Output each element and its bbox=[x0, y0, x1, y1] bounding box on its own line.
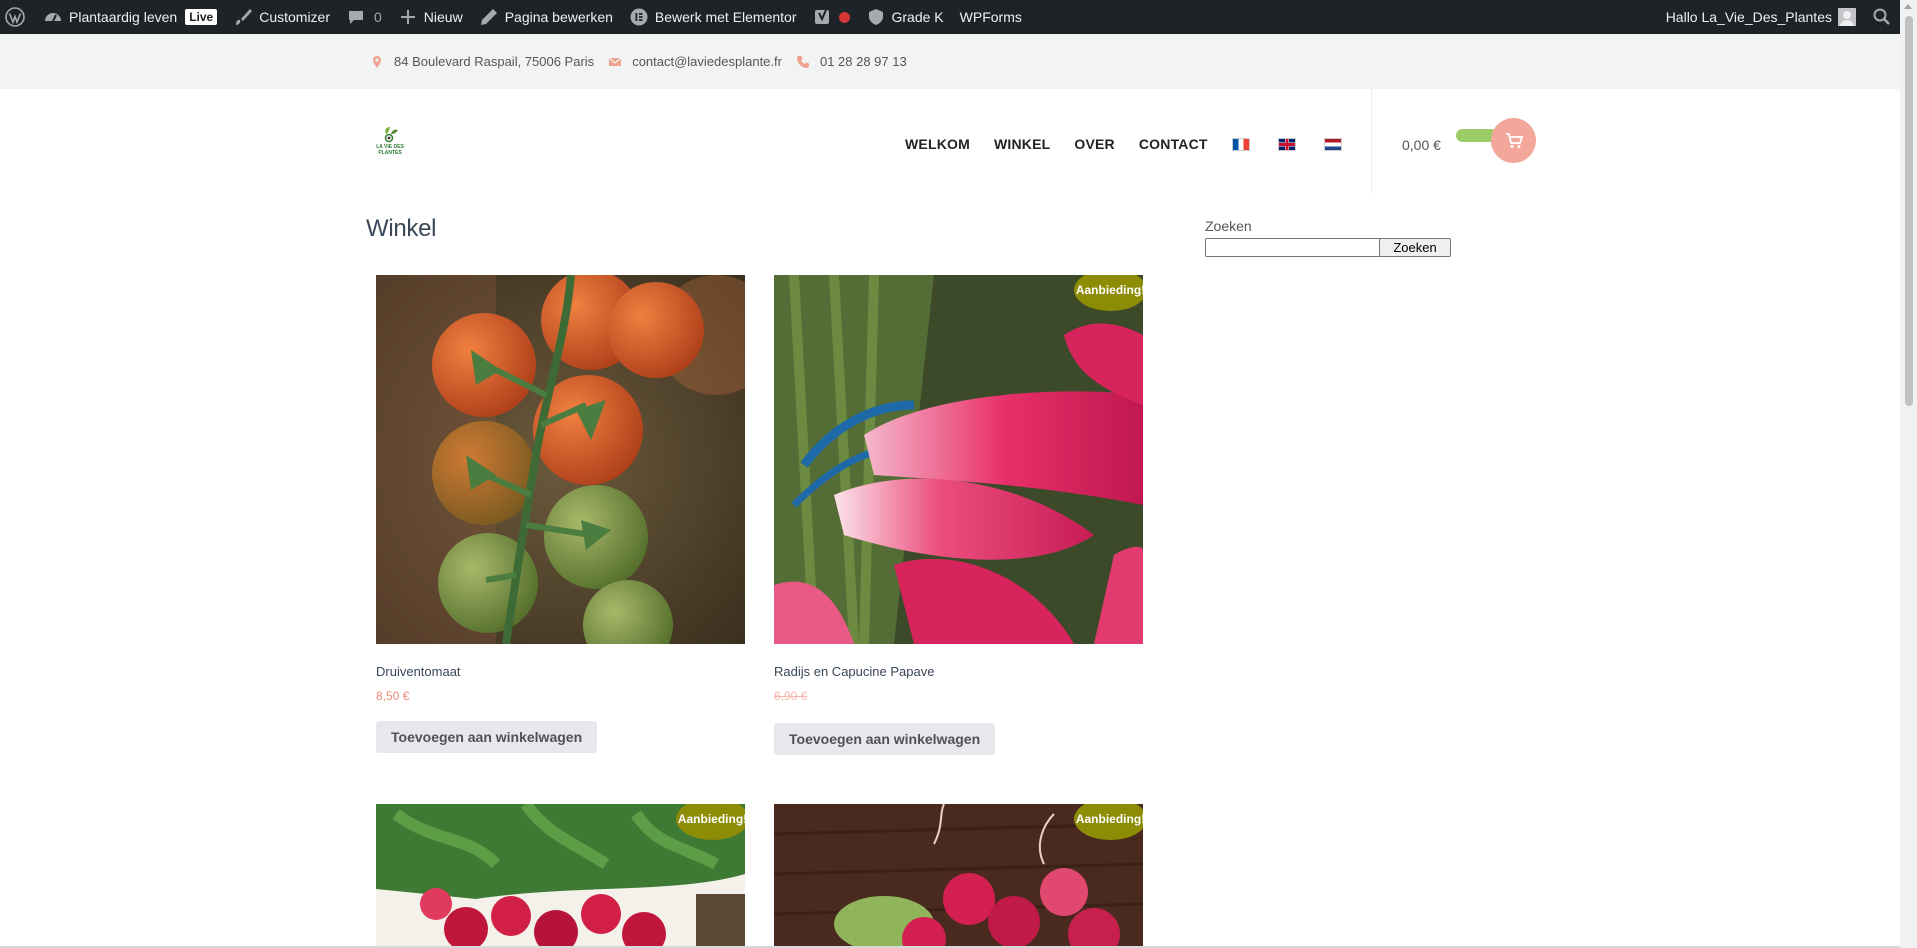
brush-icon bbox=[233, 7, 253, 27]
search-input[interactable] bbox=[1205, 238, 1381, 257]
grade-label: Grade K bbox=[891, 9, 944, 25]
product-card: Aanbieding! bbox=[774, 804, 1143, 948]
seo-status-dot bbox=[838, 11, 850, 23]
flag-nl-icon[interactable] bbox=[1323, 137, 1342, 151]
site-name-link[interactable]: Plantaardig leven Live bbox=[35, 0, 225, 34]
wp-admin-bar: Plantaardig leven Live Customizer 0 Nieu… bbox=[0, 0, 1900, 34]
product-image-radish[interactable]: Aanbieding! bbox=[774, 275, 1143, 644]
scroll-up-arrow-icon[interactable] bbox=[1904, 4, 1912, 9]
flag-uk-icon[interactable] bbox=[1277, 137, 1296, 151]
search-icon bbox=[1872, 7, 1892, 27]
nav-item-contact[interactable]: CONTACT bbox=[1139, 136, 1208, 152]
envelope-icon bbox=[608, 55, 622, 69]
search-button[interactable]: Zoeken bbox=[1379, 238, 1451, 257]
avatar bbox=[1838, 8, 1856, 26]
address-text: 84 Boulevard Raspail, 75006 Paris bbox=[394, 54, 595, 69]
product-card: Druiventomaat 8,50 € Toevoegen aan winke… bbox=[376, 275, 745, 753]
nav-item-welkom[interactable]: WELKOM bbox=[905, 136, 970, 152]
add-to-cart-button[interactable]: Toevoegen aan winkelwagen bbox=[376, 721, 598, 753]
new-content-link[interactable]: Nieuw bbox=[390, 0, 471, 34]
wpforms-link[interactable]: WPForms bbox=[952, 0, 1030, 34]
product-image-radish-wood[interactable]: Aanbieding! bbox=[774, 804, 1143, 948]
search-label: Zoeken bbox=[1205, 218, 1252, 234]
elementor-label: Bewerk met Elementor bbox=[654, 9, 797, 25]
comment-icon bbox=[346, 7, 366, 27]
header-separator bbox=[1371, 89, 1372, 193]
admin-search-button[interactable] bbox=[1864, 0, 1900, 34]
logo-text-line2: PLANTES bbox=[378, 150, 402, 156]
product-card: Aanbieding! Radijs en Capucine Papave 6,… bbox=[774, 275, 1143, 755]
wordpress-icon bbox=[5, 7, 25, 27]
edit-page-link[interactable]: Pagina bewerken bbox=[471, 0, 621, 34]
flag-fr-icon[interactable] bbox=[1231, 137, 1250, 151]
new-label: Nieuw bbox=[423, 9, 463, 25]
yoast-link[interactable] bbox=[805, 0, 858, 34]
shield-icon bbox=[866, 7, 886, 27]
greeting-label: Hallo La_Vie_Des_Plantes bbox=[1665, 9, 1832, 25]
cart-icon bbox=[1505, 132, 1523, 148]
email-text: contact@laviedesplante.fr bbox=[632, 54, 782, 69]
scrollbar-thumb[interactable] bbox=[1905, 16, 1913, 406]
dashboard-icon bbox=[43, 7, 63, 27]
vertical-scrollbar[interactable] bbox=[1900, 0, 1917, 948]
email-item[interactable]: contact@laviedesplante.fr bbox=[608, 54, 782, 69]
map-pin-icon bbox=[370, 55, 384, 69]
customizer-label: Customizer bbox=[259, 9, 330, 25]
plus-icon bbox=[398, 7, 418, 27]
nav-item-over[interactable]: OVER bbox=[1074, 136, 1114, 152]
product-name[interactable]: Druiventomaat bbox=[376, 664, 745, 679]
phone-icon bbox=[796, 55, 810, 69]
product-image-radish-bunch[interactable]: Aanbieding! bbox=[376, 804, 745, 948]
customizer-link[interactable]: Customizer bbox=[225, 0, 338, 34]
top-info-bar: 84 Boulevard Raspail, 75006 Paris contac… bbox=[0, 34, 1900, 89]
pencil-icon bbox=[479, 7, 499, 27]
add-to-cart-button[interactable]: Toevoegen aan winkelwagen bbox=[774, 723, 996, 755]
cart-button[interactable] bbox=[1491, 118, 1536, 163]
comments-link[interactable]: 0 bbox=[338, 0, 390, 34]
page-title: Winkel bbox=[366, 215, 437, 242]
site-logo[interactable]: LA VIE DES PLANTES bbox=[372, 125, 408, 159]
account-menu[interactable]: Hallo La_Vie_Des_Plantes bbox=[1658, 0, 1864, 34]
product-card: Aanbieding! bbox=[376, 804, 745, 948]
nav-item-winkel[interactable]: WINKEL bbox=[994, 136, 1050, 152]
product-image-tomato[interactable] bbox=[376, 275, 745, 644]
main-navigation: WELKOM WINKEL OVER CONTACT bbox=[905, 89, 1370, 199]
phone-item[interactable]: 01 28 28 97 13 bbox=[796, 54, 907, 69]
address-item: 84 Boulevard Raspail, 75006 Paris bbox=[370, 54, 594, 69]
wpforms-label: WPForms bbox=[959, 9, 1022, 25]
elementor-link[interactable]: Bewerk met Elementor bbox=[621, 0, 805, 34]
elementor-icon bbox=[629, 7, 649, 27]
security-grade-link[interactable]: Grade K bbox=[858, 0, 952, 34]
product-name[interactable]: Radijs en Capucine Papave bbox=[774, 664, 1143, 679]
comments-count: 0 bbox=[374, 9, 382, 25]
product-price: 8,50 € bbox=[376, 689, 410, 703]
cart-total[interactable]: 0,00 € bbox=[1402, 137, 1441, 153]
site-header: LA VIE DES PLANTES WELKOM WINKEL OVER CO… bbox=[0, 89, 1900, 194]
edit-page-label: Pagina bewerken bbox=[504, 9, 613, 25]
yoast-icon bbox=[813, 7, 833, 27]
product-price-old: 6,90 € bbox=[774, 689, 808, 703]
site-name: Plantaardig leven bbox=[69, 9, 178, 25]
live-badge: Live bbox=[185, 9, 218, 25]
wordpress-logo-button[interactable] bbox=[0, 0, 35, 34]
phone-text: 01 28 28 97 13 bbox=[819, 54, 907, 69]
